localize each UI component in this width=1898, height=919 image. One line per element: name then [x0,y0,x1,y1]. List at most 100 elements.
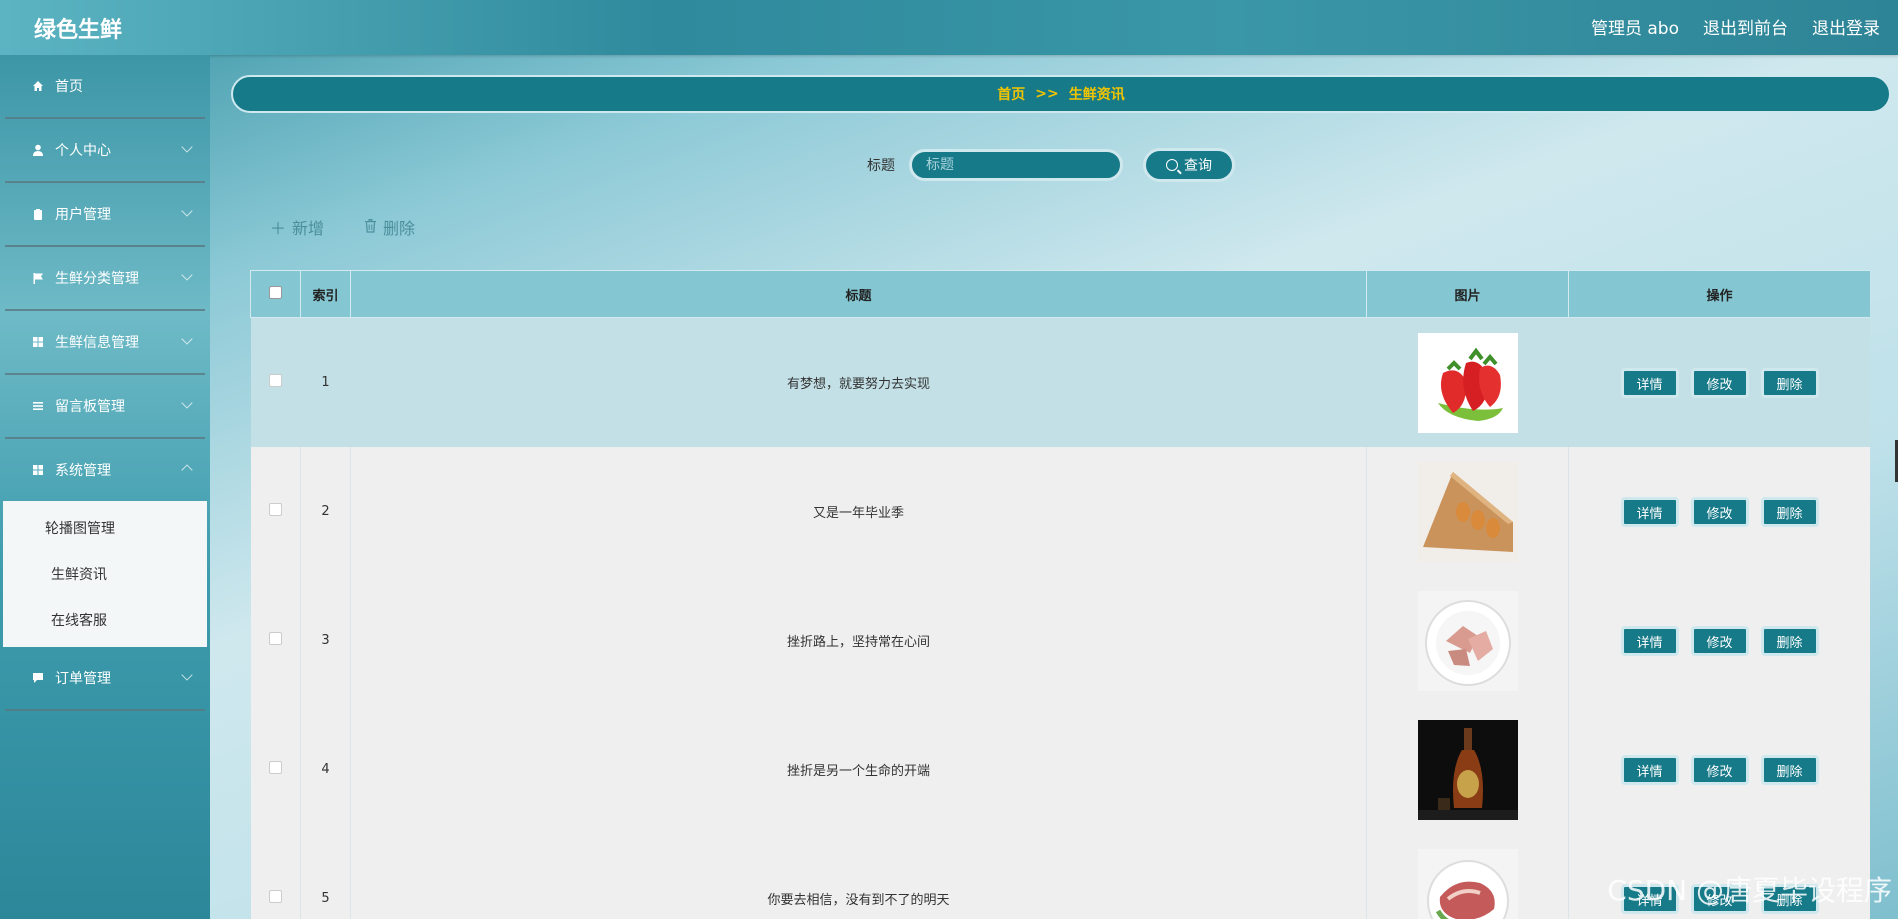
grid-icon [31,335,45,349]
row-title: 你要去相信，没有到不了的明天 [350,834,1367,919]
column-header-title: 标题 [350,270,1367,318]
delete-button-label: 删除 [383,219,416,238]
breadcrumb-separator: >> [1035,86,1059,102]
breadcrumb-home[interactable]: 首页 [997,84,1025,104]
detail-button[interactable]: 详情 [1620,754,1679,785]
chevron-down-icon [181,397,193,409]
delete-row-button[interactable]: 删除 [1760,367,1819,398]
grid-icon [31,463,45,477]
row-index: 1 [300,317,351,447]
row-ops: 详情 修改 删除 [1568,576,1870,705]
strawberries-image [1417,332,1518,433]
sidebar-item-system-management[interactable]: 系统管理 [5,439,205,501]
table-row[interactable]: 2 又是一年毕业季 详情 修改 删除 [250,447,1870,576]
table-row[interactable]: 1 有梦想，就要努力去实现 详情 修改 删除 [250,317,1870,447]
row-index: 2 [300,447,351,576]
select-all-header [250,270,301,318]
list-icon [31,399,45,413]
sidebar-item-label: 生鲜分类管理 [55,271,139,287]
wine-bottle-image [1417,719,1518,820]
row-ops: 详情 修改 删除 [1568,447,1870,576]
sidebar-item-user-management[interactable]: 用户管理 [5,183,205,247]
sidebar-item-order-management[interactable]: 订单管理 [5,647,205,711]
table-row[interactable]: 3 挫折路上，坚持常在心间 详情 修改 删除 [250,576,1870,705]
exit-to-front-link[interactable]: 退出到前台 [1703,14,1788,39]
edit-button[interactable]: 修改 [1690,625,1749,656]
meat-plate-image [1417,590,1518,691]
delete-row-button[interactable]: 删除 [1760,625,1819,656]
chevron-down-icon [181,205,193,217]
row-title: 有梦想，就要努力去实现 [350,317,1367,447]
search-bar: 标题 查询 [867,148,1235,182]
edit-button[interactable]: 修改 [1690,496,1749,527]
chevron-down-icon [181,333,193,345]
row-checkbox[interactable] [268,761,282,774]
logout-link[interactable]: 退出登录 [1812,14,1880,39]
search-button-label: 查询 [1184,158,1212,174]
row-index: 4 [300,705,351,834]
column-header-image: 图片 [1366,270,1569,318]
delete-row-button[interactable]: 删除 [1760,754,1819,785]
select-all-checkbox[interactable] [269,285,282,299]
submenu-item-carousel[interactable]: 轮播图管理 [3,505,207,551]
breadcrumb: 首页 >> 生鲜资讯 [231,75,1891,113]
add-button[interactable]: ＋ 新增 [270,215,324,239]
sidebar-item-label: 系统管理 [55,463,111,479]
delete-button[interactable]: 删除 [364,215,415,239]
ham-plate-image [1417,848,1518,919]
sidebar-item-personal-center[interactable]: 个人中心 [5,119,205,183]
search-label: 标题 [867,158,895,174]
chat-icon [31,671,45,685]
title-search-input[interactable] [909,149,1123,181]
column-header-ops: 操作 [1568,270,1870,318]
action-bar: ＋ 新增 删除 [270,215,415,239]
top-right-menu: 管理员 abo 退出到前台 退出登录 [1591,14,1880,39]
sidebar-item-label: 订单管理 [55,671,111,687]
home-icon [31,79,45,93]
clipboard-icon [31,207,45,221]
user-icon [31,143,45,157]
search-button[interactable]: 查询 [1143,148,1235,182]
chevron-down-icon [181,141,193,153]
top-bar: 绿色生鲜 管理员 abo 退出到前台 退出登录 [0,0,1898,55]
row-index: 5 [300,834,351,919]
sidebar: 首页 个人中心 用户管理 生鲜分类管理 生鲜信息管理 留言板管理 系统管理 轮播… [0,55,210,919]
row-checkbox[interactable] [268,890,282,903]
flag-icon [31,271,45,285]
row-index: 3 [300,576,351,705]
row-title: 挫折是另一个生命的开端 [350,705,1367,834]
sidebar-item-label: 生鲜信息管理 [55,335,139,351]
system-submenu: 轮播图管理 生鲜资讯 在线客服 [3,501,207,647]
sidebar-item-info-management[interactable]: 生鲜信息管理 [5,311,205,375]
row-ops: 详情 修改 删除 [1568,705,1870,834]
chevron-up-icon [181,464,193,476]
chevron-down-icon [181,669,193,681]
sidebar-item-category-management[interactable]: 生鲜分类管理 [5,247,205,311]
row-checkbox[interactable] [268,632,282,645]
delete-row-button[interactable]: 删除 [1760,496,1819,527]
breadcrumb-current: 生鲜资讯 [1068,87,1125,103]
table-header-row: 索引 标题 图片 操作 [250,270,1870,318]
row-checkbox[interactable] [268,503,282,516]
add-button-label: 新增 [292,219,325,238]
detail-button[interactable]: 详情 [1620,625,1679,656]
watermark: CSDN @唐夏毕设程序 [1607,874,1892,907]
sidebar-item-message-board[interactable]: 留言板管理 [5,375,205,439]
detail-button[interactable]: 详情 [1620,367,1679,398]
submenu-item-online-service[interactable]: 在线客服 [3,597,207,643]
sidebar-item-label: 首页 [55,79,83,95]
edit-button[interactable]: 修改 [1690,754,1749,785]
sidebar-item-home[interactable]: 首页 [5,55,205,119]
detail-button[interactable]: 详情 [1620,496,1679,527]
search-icon [1166,159,1178,171]
app-title: 绿色生鲜 [34,18,123,43]
plus-icon: ＋ [270,219,287,238]
column-header-index: 索引 [300,270,351,318]
row-checkbox[interactable] [268,374,282,387]
chevron-down-icon [181,269,193,281]
table-row[interactable]: 4 挫折是另一个生命的开端 详情 修改 删除 [250,705,1870,834]
edit-button[interactable]: 修改 [1690,367,1749,398]
sidebar-item-label: 个人中心 [55,143,111,159]
submenu-item-fresh-news[interactable]: 生鲜资讯 [3,551,207,597]
current-user[interactable]: 管理员 abo [1591,14,1679,39]
